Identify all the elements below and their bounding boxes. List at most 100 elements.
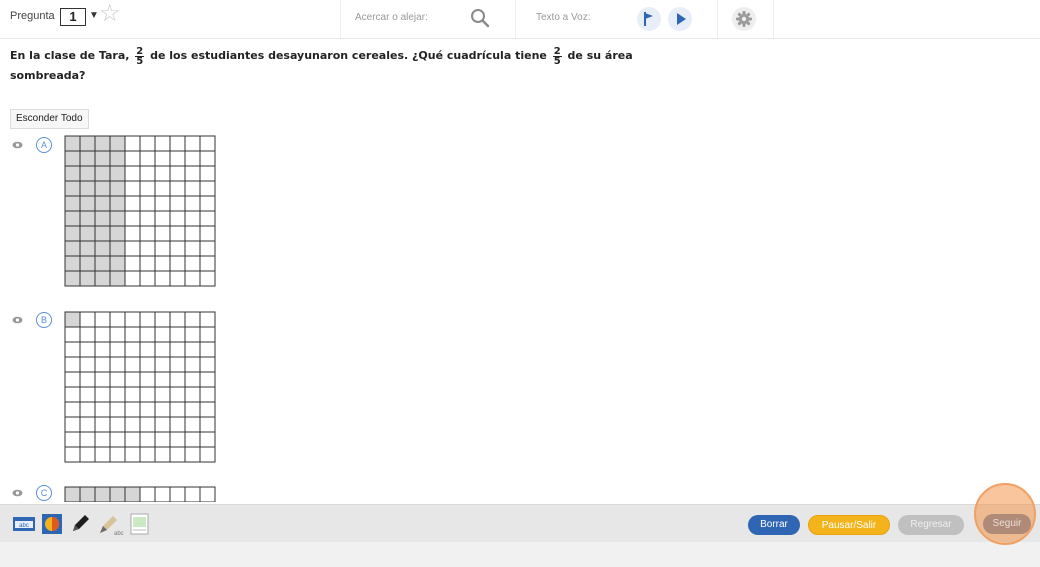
next-button[interactable]: Seguir xyxy=(983,514,1031,534)
grid-cell xyxy=(169,401,186,418)
grid-cell xyxy=(124,150,141,167)
chevron-down-icon[interactable]: ▼ xyxy=(89,10,99,21)
shaded-cell xyxy=(94,225,111,242)
grid-cell xyxy=(199,150,216,167)
contrast-icon[interactable] xyxy=(40,512,64,536)
grid-cell xyxy=(124,255,141,272)
eye-icon[interactable] xyxy=(12,489,23,497)
eye-icon[interactable] xyxy=(12,316,23,324)
pause-exit-button[interactable]: Pausar/Salir xyxy=(808,515,890,535)
option-b-grid[interactable] xyxy=(64,311,217,464)
grid-cell xyxy=(199,341,216,358)
grid-cell xyxy=(139,386,156,403)
star-icon[interactable]: ☆ xyxy=(99,2,121,26)
shaded-cell xyxy=(64,195,81,212)
grid-cell xyxy=(199,135,216,152)
tts-stop-icon[interactable] xyxy=(636,6,662,32)
grid-cell xyxy=(64,446,81,463)
grid-cell xyxy=(184,326,201,343)
grid-cell xyxy=(94,311,111,328)
grid-cell xyxy=(79,371,96,388)
shaded-cell xyxy=(94,150,111,167)
grid-cell xyxy=(139,371,156,388)
shaded-cell xyxy=(94,240,111,257)
grid-cell xyxy=(94,371,111,388)
grid-cell xyxy=(184,341,201,358)
grid-cell xyxy=(169,486,186,502)
shaded-cell xyxy=(109,225,126,242)
gear-icon[interactable] xyxy=(731,6,757,32)
grid-cell xyxy=(109,341,126,358)
grid-cell xyxy=(124,371,141,388)
shaded-cell xyxy=(79,486,96,502)
pen-icon[interactable] xyxy=(68,512,92,536)
shaded-cell xyxy=(109,165,126,182)
grid-cell xyxy=(199,255,216,272)
grid-cell xyxy=(169,180,186,197)
shaded-cell xyxy=(64,180,81,197)
grid-cell xyxy=(124,341,141,358)
grid-cell xyxy=(199,371,216,388)
option-c-bubble[interactable]: C xyxy=(36,485,52,501)
abc-line-reader-icon[interactable]: abc xyxy=(12,512,36,536)
shaded-cell xyxy=(109,135,126,152)
grid-cell xyxy=(169,416,186,433)
question-part-4: sombreada? xyxy=(10,68,86,82)
shaded-cell xyxy=(79,225,96,242)
grid-cell xyxy=(139,416,156,433)
grid-cell xyxy=(199,240,216,257)
notepad-icon[interactable] xyxy=(128,512,152,536)
grid-cell xyxy=(184,225,201,242)
shaded-cell xyxy=(64,210,81,227)
grid-cell xyxy=(124,135,141,152)
grid-cell xyxy=(139,150,156,167)
shaded-cell xyxy=(79,240,96,257)
grid-cell xyxy=(199,195,216,212)
option-b-bubble[interactable]: B xyxy=(36,312,52,328)
shaded-cell xyxy=(64,225,81,242)
clear-button[interactable]: Borrar xyxy=(748,515,800,535)
shaded-cell xyxy=(109,150,126,167)
top-toolbar: Pregunta 1 ▼ ☆ Acercar o alejar: Texto a… xyxy=(0,0,1040,39)
zoom-icon[interactable] xyxy=(468,6,492,30)
option-a-bubble[interactable]: A xyxy=(36,137,52,153)
back-button[interactable]: Regresar xyxy=(898,515,964,535)
question-number-select[interactable]: 1 xyxy=(60,8,86,26)
grid-cell xyxy=(169,255,186,272)
grid-cell xyxy=(64,356,81,373)
grid-cell xyxy=(109,401,126,418)
shaded-cell xyxy=(109,195,126,212)
grid-cell xyxy=(184,431,201,448)
grid-cell xyxy=(169,341,186,358)
grid-cell xyxy=(139,401,156,418)
tts-play-icon[interactable] xyxy=(667,6,693,32)
question-part-1: En la clase de Tara, xyxy=(10,49,130,62)
highlighter-icon[interactable]: abc xyxy=(96,512,124,536)
grid-cell xyxy=(124,326,141,343)
grid-cell xyxy=(184,210,201,227)
shaded-cell xyxy=(64,240,81,257)
toolbar-divider xyxy=(340,0,341,38)
grid-cell xyxy=(169,446,186,463)
grid-cell xyxy=(124,180,141,197)
grid-cell xyxy=(184,356,201,373)
shaded-cell xyxy=(64,150,81,167)
grid-cell xyxy=(124,446,141,463)
hide-all-button[interactable]: Esconder Todo xyxy=(10,109,89,129)
grid-cell xyxy=(139,341,156,358)
grid-cell xyxy=(169,240,186,257)
shaded-cell xyxy=(94,135,111,152)
grid-cell xyxy=(184,446,201,463)
shaded-cell xyxy=(64,135,81,152)
grid-cell xyxy=(109,416,126,433)
grid-cell xyxy=(139,180,156,197)
footer-bar xyxy=(0,542,1040,567)
eye-icon[interactable] xyxy=(12,141,23,149)
grid-cell xyxy=(139,311,156,328)
option-c-grid[interactable] xyxy=(64,486,217,502)
grid-cell xyxy=(64,431,81,448)
option-a-grid[interactable] xyxy=(64,135,217,288)
grid-cell xyxy=(79,386,96,403)
grid-cell xyxy=(184,386,201,403)
grid-cell xyxy=(109,356,126,373)
